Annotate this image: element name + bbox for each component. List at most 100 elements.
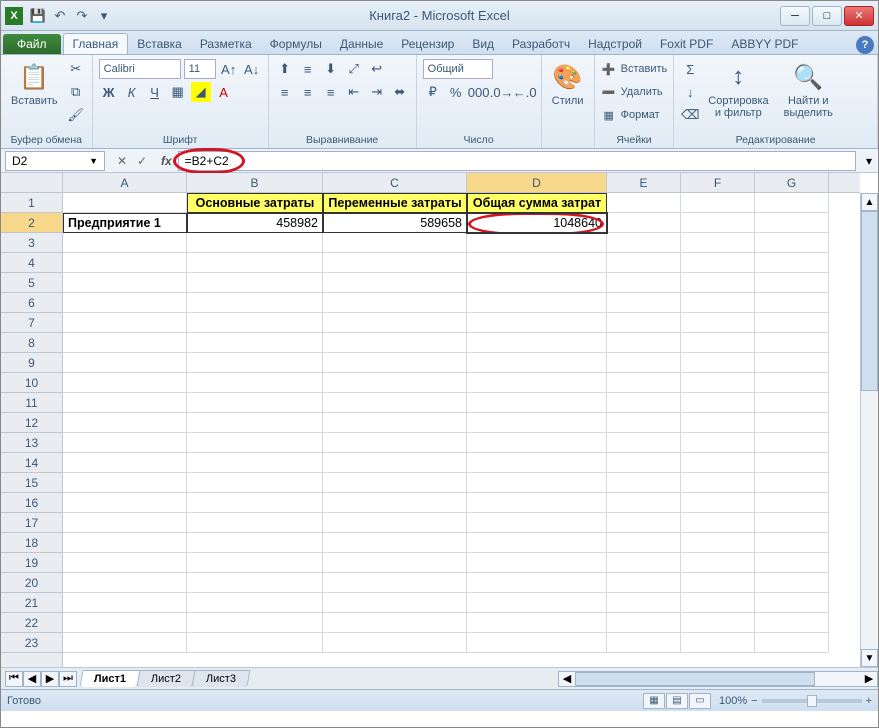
- row-header-19[interactable]: 19: [1, 553, 62, 573]
- column-header-C[interactable]: C: [323, 173, 467, 192]
- sheet-last-icon[interactable]: ⏭: [59, 671, 77, 687]
- merge-icon[interactable]: ⬌: [390, 82, 410, 102]
- cell-G12[interactable]: [755, 413, 829, 433]
- cell-B23[interactable]: [187, 633, 323, 653]
- name-box[interactable]: D2 ▼: [5, 151, 105, 171]
- number-format-combo[interactable]: Общий: [423, 59, 493, 79]
- cell-A21[interactable]: [63, 593, 187, 613]
- cell-D21[interactable]: [467, 593, 607, 613]
- cell-A23[interactable]: [63, 633, 187, 653]
- row-header-11[interactable]: 11: [1, 393, 62, 413]
- cell-B16[interactable]: [187, 493, 323, 513]
- cell-D12[interactable]: [467, 413, 607, 433]
- cell-A22[interactable]: [63, 613, 187, 633]
- cell-F3[interactable]: [681, 233, 755, 253]
- tab-view[interactable]: Вид: [463, 34, 503, 54]
- vertical-scrollbar[interactable]: ▲ ▼: [860, 193, 878, 667]
- cell-F14[interactable]: [681, 453, 755, 473]
- formula-input[interactable]: =B2+C2: [178, 151, 856, 171]
- cell-E12[interactable]: [607, 413, 681, 433]
- align-bottom-icon[interactable]: ⬇: [321, 59, 341, 79]
- cell-E2[interactable]: [607, 213, 681, 233]
- cell-C13[interactable]: [323, 433, 467, 453]
- decrease-decimal-icon[interactable]: ←.0: [515, 82, 535, 102]
- cell-F20[interactable]: [681, 573, 755, 593]
- cell-F1[interactable]: [681, 193, 755, 213]
- row-header-21[interactable]: 21: [1, 593, 62, 613]
- cell-E9[interactable]: [607, 353, 681, 373]
- maximize-button[interactable]: □: [812, 6, 842, 26]
- font-color-icon[interactable]: A: [214, 82, 234, 102]
- page-break-view-icon[interactable]: ▭: [689, 693, 711, 709]
- cell-G10[interactable]: [755, 373, 829, 393]
- grow-font-icon[interactable]: A↑: [219, 59, 239, 79]
- cell-G22[interactable]: [755, 613, 829, 633]
- cell-E17[interactable]: [607, 513, 681, 533]
- cell-C12[interactable]: [323, 413, 467, 433]
- cell-G3[interactable]: [755, 233, 829, 253]
- minimize-button[interactable]: ─: [780, 6, 810, 26]
- wrap-text-icon[interactable]: ↩: [367, 59, 387, 79]
- row-header-22[interactable]: 22: [1, 613, 62, 633]
- cell-C8[interactable]: [323, 333, 467, 353]
- cell-A8[interactable]: [63, 333, 187, 353]
- scroll-right-icon[interactable]: ▶: [861, 672, 877, 686]
- autosum-icon[interactable]: Σ: [680, 59, 700, 79]
- column-header-A[interactable]: A: [63, 173, 187, 192]
- cell-D1[interactable]: Общая сумма затрат: [467, 193, 607, 213]
- cell-D7[interactable]: [467, 313, 607, 333]
- bold-button[interactable]: Ж: [99, 82, 119, 102]
- cell-E23[interactable]: [607, 633, 681, 653]
- row-header-3[interactable]: 3: [1, 233, 62, 253]
- cell-A16[interactable]: [63, 493, 187, 513]
- cell-B15[interactable]: [187, 473, 323, 493]
- cell-B13[interactable]: [187, 433, 323, 453]
- tab-abbyy[interactable]: ABBYY PDF: [722, 34, 807, 54]
- row-header-10[interactable]: 10: [1, 373, 62, 393]
- cell-C4[interactable]: [323, 253, 467, 273]
- row-header-14[interactable]: 14: [1, 453, 62, 473]
- cell-F10[interactable]: [681, 373, 755, 393]
- tab-formulas[interactable]: Формулы: [261, 34, 331, 54]
- cell-G21[interactable]: [755, 593, 829, 613]
- cell-F12[interactable]: [681, 413, 755, 433]
- cell-F23[interactable]: [681, 633, 755, 653]
- cell-C15[interactable]: [323, 473, 467, 493]
- cell-F15[interactable]: [681, 473, 755, 493]
- cell-B11[interactable]: [187, 393, 323, 413]
- zoom-in-icon[interactable]: +: [866, 695, 872, 707]
- paste-button[interactable]: 📋 Вставить: [7, 59, 62, 109]
- cell-C20[interactable]: [323, 573, 467, 593]
- tab-review[interactable]: Рецензир: [392, 34, 463, 54]
- cancel-formula-icon[interactable]: ✕: [113, 151, 131, 171]
- vscroll-thumb[interactable]: [861, 211, 878, 391]
- insert-cells-button[interactable]: ➕Вставить: [601, 59, 668, 79]
- accept-formula-icon[interactable]: ✓: [133, 151, 151, 171]
- scroll-down-icon[interactable]: ▼: [861, 649, 878, 667]
- cell-G20[interactable]: [755, 573, 829, 593]
- sheet-tab-1[interactable]: Лист1: [80, 670, 141, 687]
- cell-G15[interactable]: [755, 473, 829, 493]
- cell-F13[interactable]: [681, 433, 755, 453]
- scroll-up-icon[interactable]: ▲: [861, 193, 878, 211]
- cell-C2[interactable]: 589658: [323, 213, 467, 233]
- font-size-combo[interactable]: 11: [184, 59, 216, 79]
- cell-F9[interactable]: [681, 353, 755, 373]
- cell-C21[interactable]: [323, 593, 467, 613]
- comma-icon[interactable]: 000: [469, 82, 489, 102]
- cell-G18[interactable]: [755, 533, 829, 553]
- cell-E10[interactable]: [607, 373, 681, 393]
- row-header-8[interactable]: 8: [1, 333, 62, 353]
- cell-B10[interactable]: [187, 373, 323, 393]
- qat-dropdown-icon[interactable]: ▾: [95, 7, 113, 25]
- cell-D9[interactable]: [467, 353, 607, 373]
- cell-B2[interactable]: 458982: [187, 213, 323, 233]
- cell-E15[interactable]: [607, 473, 681, 493]
- cell-F22[interactable]: [681, 613, 755, 633]
- cell-D15[interactable]: [467, 473, 607, 493]
- cell-C5[interactable]: [323, 273, 467, 293]
- tab-data[interactable]: Данные: [331, 34, 392, 54]
- cell-D4[interactable]: [467, 253, 607, 273]
- cell-E22[interactable]: [607, 613, 681, 633]
- increase-decimal-icon[interactable]: .0→: [492, 82, 512, 102]
